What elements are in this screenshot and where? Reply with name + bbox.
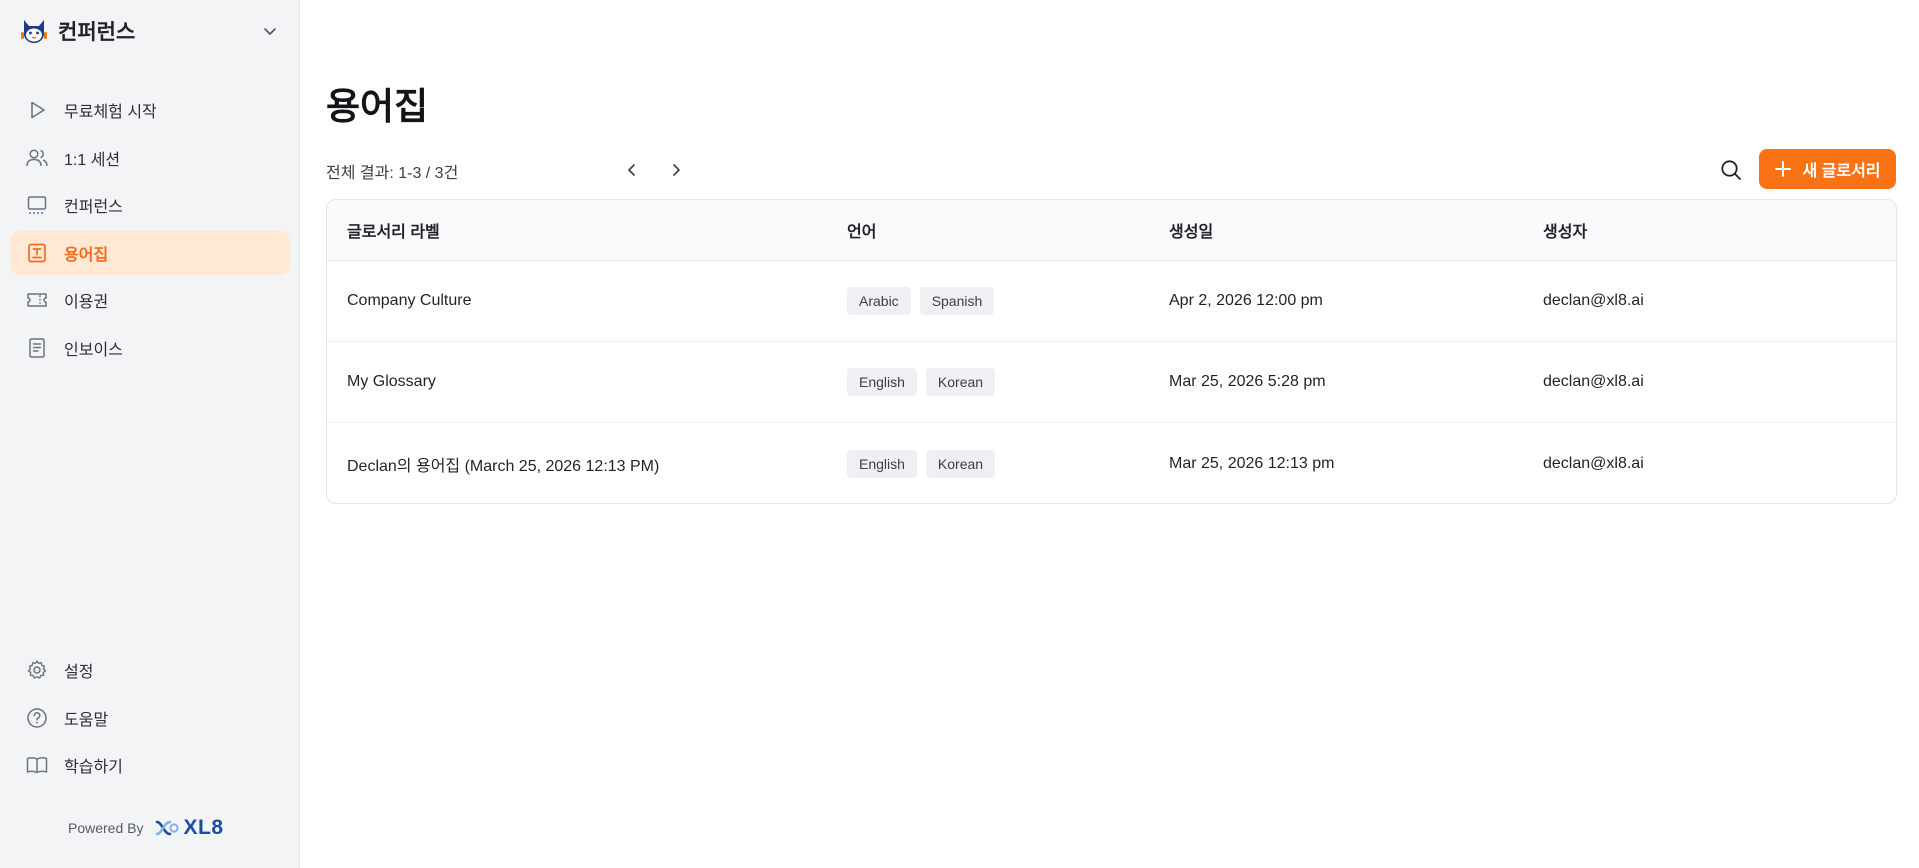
language-tag: English [847, 368, 917, 396]
column-header-created[interactable]: 생성일 [1169, 218, 1213, 242]
language-tag: Korean [925, 368, 996, 396]
sidebar-item-glossary[interactable]: 용어집 [10, 230, 290, 275]
plus-icon [1775, 161, 1792, 177]
sidebar-item-label: 무료체험 시작 [64, 104, 157, 121]
column-header-creator[interactable]: 생성자 [1543, 218, 1587, 242]
sidebar-item-help[interactable]: 도움말 [10, 696, 290, 740]
table-header: 글로서리 라벨 언어 생성일 생성자 [327, 200, 1896, 261]
sidebar-bottom-nav: 설정 도움말 학습하기 [10, 648, 290, 791]
sidebar-item-sessions[interactable]: 1:1 세션 [10, 136, 290, 180]
main-content: 용어집 전체 결과: 1-3 / 3건 새 글로서리 글로서리 라벨 언어 생성… [326, 0, 1906, 868]
table-row[interactable]: Company Culture Arabic Spanish Apr 2, 20… [327, 261, 1896, 342]
glossary-table: 글로서리 라벨 언어 생성일 생성자 Company Culture Arabi… [326, 199, 1897, 504]
sidebar-item-label: 인보이스 [64, 341, 123, 359]
glossary-label[interactable]: My Glossary [347, 373, 436, 391]
creator-email: declan@xl8.ai [1543, 292, 1644, 309]
monitor-icon [25, 193, 49, 217]
sidebar-item-label: 1:1 세션 [64, 151, 121, 169]
sidebar-item-label: 이용권 [64, 294, 109, 311]
prev-page-button[interactable] [614, 155, 650, 185]
sidebar-item-label: 설정 [64, 664, 94, 681]
help-icon [25, 706, 49, 730]
sidebar-item-tickets[interactable]: 이용권 [10, 278, 290, 322]
book-icon [25, 753, 49, 777]
glossary-label[interactable]: Declan의 용어집 (March 25, 2026 12:13 PM) [347, 452, 659, 476]
table-row[interactable]: My Glossary English Korean Mar 25, 2026 … [327, 342, 1896, 423]
workspace-switcher[interactable]: 컨퍼런스 [18, 14, 282, 48]
new-glossary-label: 새 글로서리 [1802, 163, 1881, 180]
pagination [614, 155, 702, 185]
language-tag: English [847, 449, 917, 478]
workspace-name: 컨퍼런스 [58, 21, 136, 44]
xl8-logo: XL8 [153, 816, 223, 840]
invoice-icon [25, 336, 49, 360]
table-row[interactable]: Declan의 용어집 (March 25, 2026 12:13 PM) En… [327, 423, 1896, 503]
created-date: Mar 25, 2026 12:13 pm [1169, 454, 1335, 472]
language-tag: Arabic [847, 287, 911, 315]
search-icon [1721, 160, 1741, 180]
results-count: 전체 결과: 1-3 / 3건 [326, 165, 459, 182]
sidebar: 컨퍼런스 무료체험 시작 1:1 세션 컨퍼런스 용어집 이용권 인보이스 설정… [0, 0, 300, 868]
sidebar-item-settings[interactable]: 설정 [10, 648, 290, 692]
language-tag: Spanish [919, 287, 995, 315]
sidebar-item-label: 용어집 [64, 246, 109, 264]
created-date: Mar 25, 2026 5:28 pm [1169, 373, 1326, 390]
language-tag: Korean [925, 449, 996, 478]
sidebar-item-label: 컨퍼런스 [64, 199, 123, 216]
search-button[interactable] [1714, 154, 1748, 186]
next-page-button[interactable] [658, 155, 694, 185]
page-title: 용어집 [326, 86, 429, 127]
new-glossary-button[interactable]: 새 글로서리 [1759, 149, 1896, 189]
sidebar-item-label: 도움말 [64, 711, 109, 729]
column-header-language[interactable]: 언어 [847, 218, 876, 242]
sidebar-item-label: 학습하기 [64, 759, 123, 776]
powered-by: Powered By XL8 [68, 816, 224, 840]
play-icon [25, 98, 49, 122]
created-date: Apr 2, 2026 12:00 pm [1169, 292, 1323, 309]
creator-email: declan@xl8.ai [1543, 373, 1644, 390]
language-tags: English Korean [847, 449, 1004, 478]
creator-email: declan@xl8.ai [1543, 454, 1644, 472]
cat-logo-icon [18, 15, 50, 47]
sidebar-item-free-trial[interactable]: 무료체험 시작 [10, 88, 290, 132]
language-tags: Arabic Spanish [847, 287, 1003, 315]
glossary-label[interactable]: Company Culture [347, 292, 472, 310]
chevron-left-icon [628, 164, 635, 176]
brand-name: XL8 [183, 816, 224, 839]
ticket-icon [25, 288, 49, 312]
sidebar-item-learn[interactable]: 학습하기 [10, 743, 290, 787]
language-tags: English Korean [847, 368, 1004, 396]
users-icon [25, 146, 49, 170]
column-header-label[interactable]: 글로서리 라벨 [347, 218, 440, 242]
chevron-right-icon [673, 164, 680, 176]
powered-by-label: Powered By [68, 820, 144, 836]
sidebar-item-conference[interactable]: 컨퍼런스 [10, 183, 290, 227]
glossary-icon [25, 241, 49, 265]
sidebar-item-invoices[interactable]: 인보이스 [10, 326, 290, 370]
sidebar-nav: 무료체험 시작 1:1 세션 컨퍼런스 용어집 이용권 인보이스 [10, 88, 290, 373]
gear-icon [25, 658, 49, 682]
chevron-down-icon [264, 28, 276, 35]
xl8-logo-icon [156, 820, 180, 836]
